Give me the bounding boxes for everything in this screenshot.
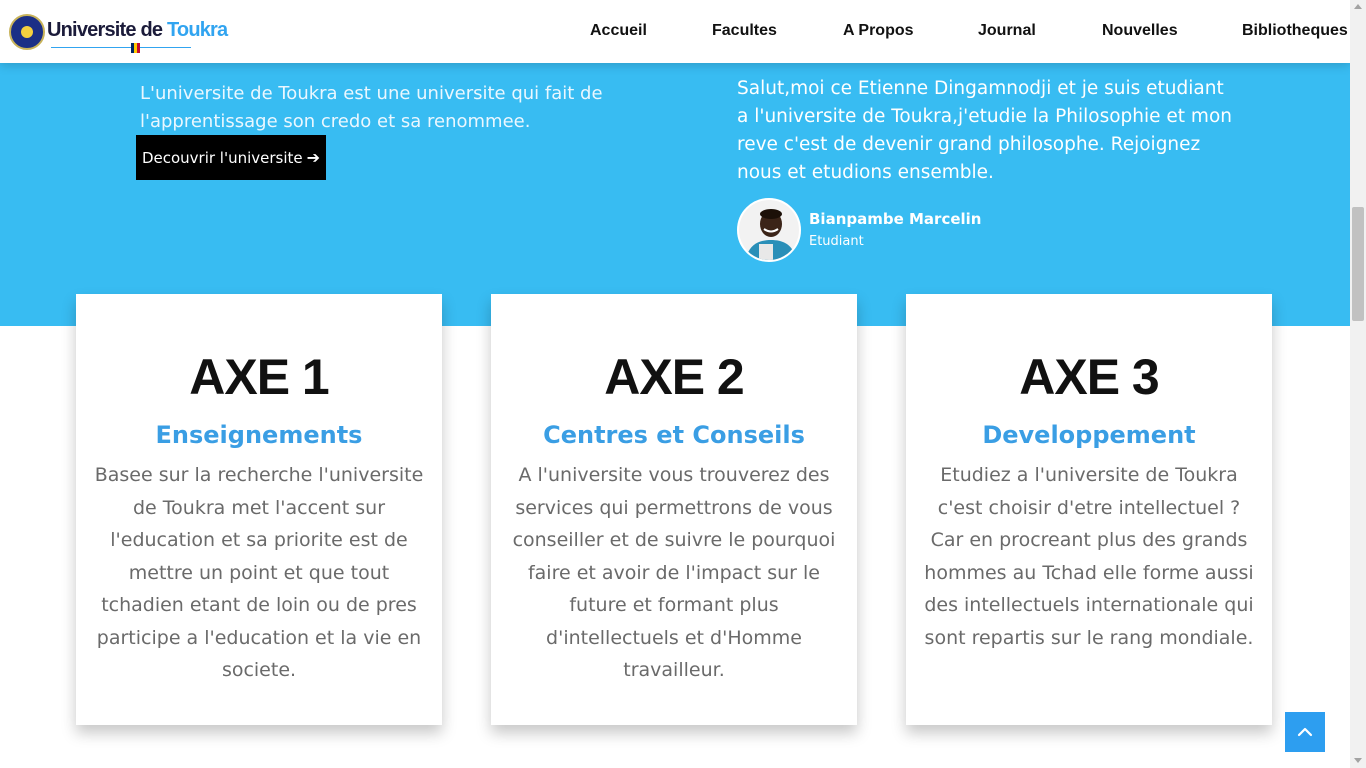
brand-text: Universite de Toukra	[47, 18, 228, 53]
nav-link-facultes[interactable]: Facultes	[712, 22, 777, 40]
axis-card-3: AXE 3 Developpement Etudiez a l'universi…	[906, 294, 1272, 725]
page-scrollbar[interactable]	[1350, 0, 1366, 768]
card-axe-label: AXE 2	[604, 349, 745, 405]
chevron-up-icon	[1297, 727, 1313, 737]
nav-link-journal[interactable]: Journal	[978, 22, 1036, 40]
brand-name-part1: Universite de	[47, 18, 167, 41]
brand-logo[interactable]: Universite de Toukra	[9, 13, 228, 53]
scroll-up-arrow-icon[interactable]	[1354, 4, 1362, 9]
card-title: Centres et Conseils	[543, 421, 805, 449]
card-text: Etudiez a l'universite de Toukra c'est c…	[924, 464, 1254, 649]
testimonial-quote: Salut,moi ce Etienne Dingamnodji et je s…	[737, 78, 1232, 183]
hero-section: L'universite de Toukra est une universit…	[0, 63, 1350, 326]
arrow-right-icon: ➔	[306, 148, 321, 167]
axis-card-1: AXE 1 Enseignements Basee sur la recherc…	[76, 294, 442, 725]
student-avatar-image	[739, 200, 799, 260]
cta-label: Decouvrir l'universite	[141, 148, 303, 167]
scrollbar-thumb[interactable]	[1352, 207, 1364, 321]
card-title: Developpement	[982, 421, 1196, 449]
nav-link-accueil[interactable]: Accueil	[590, 22, 647, 40]
axis-card-2: AXE 2 Centres et Conseils A l'universite…	[491, 294, 857, 725]
brand-name: Universite de Toukra	[47, 18, 228, 41]
nav-link-bibliotheques[interactable]: Bibliotheques	[1242, 22, 1348, 40]
discover-university-button[interactable]: Decouvrir l'universite ➔	[136, 135, 326, 180]
testimonial-author-role: Etudiant	[809, 234, 864, 249]
card-title: Enseignements	[155, 421, 363, 449]
back-to-top-button[interactable]	[1285, 712, 1325, 752]
card-axe-label: AXE 3	[1019, 349, 1160, 405]
university-seal-icon	[9, 14, 45, 50]
avatar	[737, 198, 801, 262]
card-axe-label: AXE 1	[189, 349, 330, 405]
nav-link-nouvelles[interactable]: Nouvelles	[1102, 22, 1178, 40]
testimonial-author-name: Bianpambe Marcelin	[809, 210, 982, 228]
hero-description: L'universite de Toukra est une universit…	[140, 83, 603, 132]
brand-name-part2: Toukra	[166, 18, 228, 41]
card-text: Basee sur la recherche l'universite de T…	[94, 464, 424, 681]
navbar: Universite de Toukra Accueil Facultes A …	[0, 0, 1350, 63]
chad-flag-icon	[131, 42, 140, 53]
nav-link-a-propos[interactable]: A Propos	[843, 22, 914, 40]
scroll-down-arrow-icon[interactable]	[1354, 758, 1362, 763]
brand-underline	[51, 46, 191, 48]
card-text: A l'universite vous trouverez des servic…	[512, 464, 836, 681]
